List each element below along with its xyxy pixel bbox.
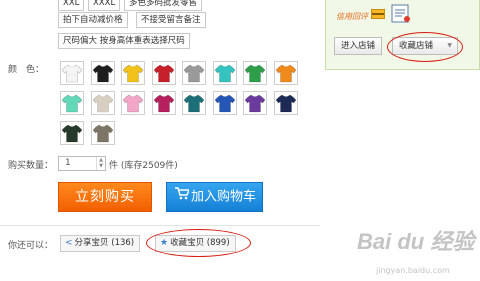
color-swatch-black[interactable] — [90, 61, 115, 85]
tshirt-icon — [275, 94, 296, 113]
color-swatch-purple[interactable] — [243, 91, 267, 115]
tshirt-icon — [92, 64, 113, 83]
tshirt-icon — [61, 64, 83, 83]
divider — [0, 225, 320, 226]
color-swatch-orange[interactable] — [273, 61, 298, 85]
add-to-cart-button[interactable]: 加入购物车 — [166, 182, 263, 212]
stock-text: 件 (库存2509件) — [109, 161, 178, 171]
color-swatch-pink[interactable] — [121, 91, 145, 115]
color-label: 颜 色： — [8, 65, 45, 75]
tshirt-icon — [214, 64, 235, 83]
tshirt-icon — [153, 94, 174, 113]
watermark-url: jingyan.baidu.com — [376, 266, 450, 275]
option-size-note[interactable]: 尺码偏大 按身高体重表选择尺码 — [58, 33, 190, 49]
option-auto-discount[interactable]: 拍下自动减价格 — [58, 12, 128, 28]
enter-shop-button[interactable]: 进入店铺 — [334, 37, 382, 55]
cart-icon — [175, 183, 191, 211]
certificate-icon — [390, 4, 412, 24]
tshirt-icon — [183, 94, 205, 113]
tshirt-icon — [214, 94, 235, 113]
add-to-cart-label: 加入购物车 — [191, 189, 257, 205]
share-item-button[interactable]: < 分享宝贝 (136) — [60, 235, 141, 252]
tshirt-icon — [275, 64, 296, 83]
tshirt-icon — [122, 64, 144, 83]
quantity-label: 购买数量： — [8, 161, 54, 171]
tshirt-icon — [244, 64, 266, 83]
color-swatch-purple-red[interactable] — [151, 91, 176, 115]
color-swatch-royal-blue[interactable] — [212, 91, 237, 115]
quantity-stepper[interactable]: ▲ ▼ — [96, 157, 105, 170]
chevron-down-icon: ▼ — [447, 42, 452, 49]
credit-label: 信用回评 — [336, 12, 368, 21]
color-swatch-grey[interactable] — [182, 61, 206, 85]
option-no-notes[interactable]: 不接受留言备注 — [136, 12, 206, 28]
tshirt-icon — [61, 124, 83, 143]
option-label: 尺码偏大 按身高体重表选择尺码 — [63, 36, 185, 46]
tshirt-icon — [122, 94, 144, 113]
size-option-xxl[interactable]: XXL — [58, 0, 85, 11]
color-swatch-red[interactable] — [151, 61, 176, 85]
size-option-label: XXXL — [93, 0, 116, 8]
buy-now-button[interactable]: 立刻购买 — [58, 182, 152, 212]
color-swatch-teal[interactable] — [182, 91, 206, 115]
color-swatch-yellow[interactable] — [121, 61, 145, 85]
color-swatch-beige[interactable] — [90, 91, 115, 115]
favorite-shop-button[interactable]: 收藏店铺 ▼ — [392, 37, 458, 55]
option-label: 不接受留言备注 — [141, 15, 201, 25]
color-swatch-white[interactable] — [60, 61, 84, 85]
color-swatch-navy[interactable] — [273, 91, 298, 115]
size-option-xxxl[interactable]: XXXL — [88, 0, 121, 11]
size-option-label: XXL — [63, 0, 80, 8]
credit-card-icon — [371, 9, 385, 19]
size-option-multi[interactable]: 多色多码批发零售 — [124, 0, 203, 11]
option-label: 拍下自动减价格 — [63, 15, 123, 25]
favorite-item-button[interactable]: ★ 收藏宝贝 (899) — [155, 235, 236, 252]
tshirt-icon — [61, 94, 83, 113]
share-row-label: 你还可以： — [8, 241, 54, 251]
color-swatch-green[interactable] — [243, 61, 267, 85]
tshirt-icon — [92, 94, 113, 113]
tshirt-icon — [153, 64, 174, 83]
share-icon: < — [65, 238, 73, 248]
favorite-item-label: 收藏宝贝 (899) — [170, 238, 230, 248]
color-swatch-khaki[interactable] — [90, 121, 115, 145]
color-swatch-aqua[interactable] — [212, 61, 237, 85]
favorite-shop-label: 收藏店铺 — [399, 41, 434, 51]
size-option-label: 多色多码批发零售 — [129, 0, 198, 8]
color-swatch-mint[interactable] — [60, 91, 84, 115]
tshirt-icon — [183, 64, 205, 83]
watermark-logo: Bai du 经验 — [357, 229, 475, 254]
tshirt-icon — [92, 124, 113, 143]
color-swatch-dark-green[interactable] — [60, 121, 84, 145]
tshirt-icon — [244, 94, 266, 113]
share-item-label: 分享宝贝 (136) — [74, 238, 135, 248]
star-icon: ★ — [160, 238, 169, 248]
